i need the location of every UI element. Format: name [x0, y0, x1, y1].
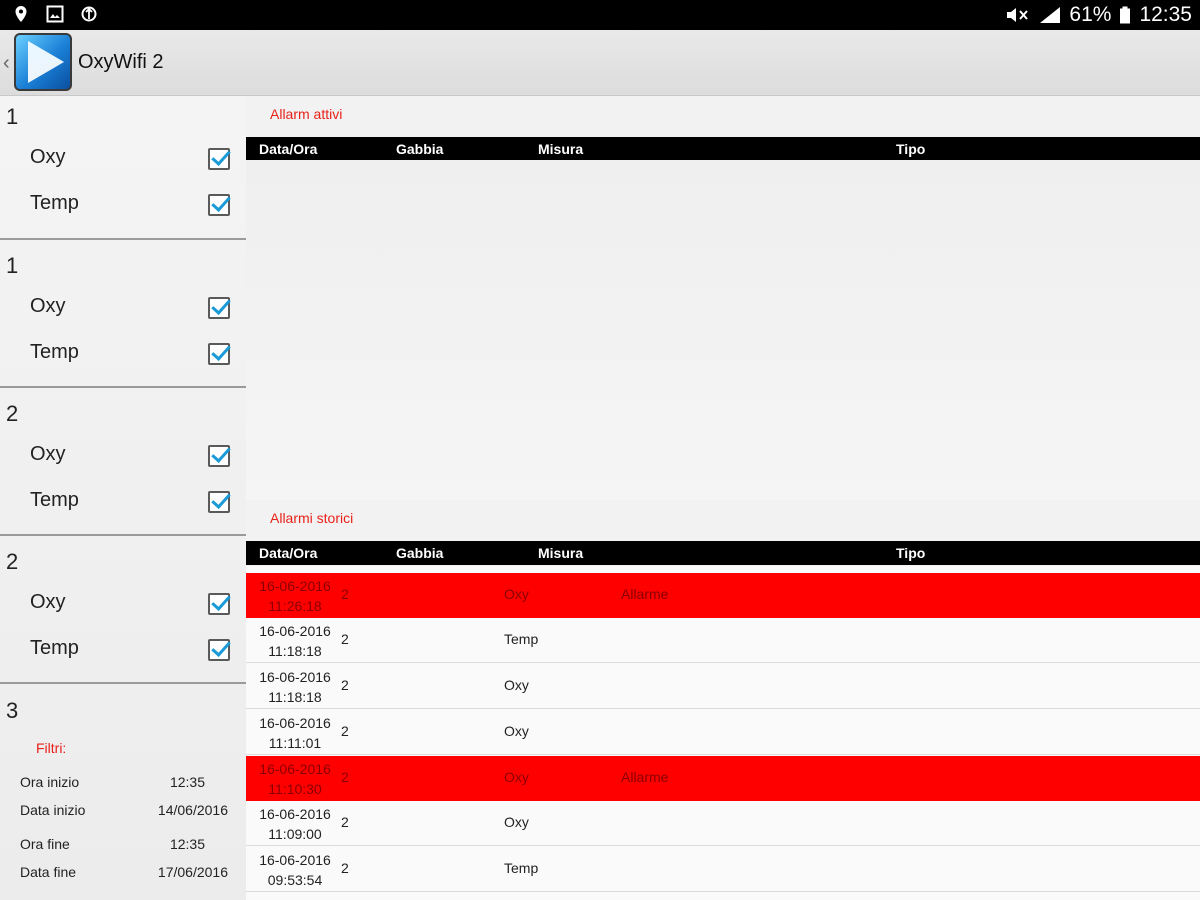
row-misura: Temp: [504, 860, 539, 876]
sensor-label-oxy: Oxy: [30, 295, 66, 317]
status-bar: 61% 12:35: [0, 0, 1200, 30]
action-bar: ‹ OxyWifi 2: [0, 30, 1200, 96]
temp-checkbox[interactable]: [208, 343, 230, 365]
row-misura: Oxy: [504, 677, 529, 693]
oxy-checkbox[interactable]: [208, 297, 230, 319]
active-alarms-header: Data/Ora Gabbia Misura Tipo: [246, 137, 1200, 161]
group-number: 3: [6, 698, 19, 723]
row-datetime: 16-06-2016 11:09:00: [259, 806, 331, 842]
history-alarms-header: Data/Ora Gabbia Misura Tipo: [246, 541, 1200, 565]
row-tipo: Allarme: [621, 586, 669, 602]
row-gabbia: 2: [341, 586, 349, 602]
battery-icon: [1120, 6, 1131, 24]
table-row[interactable]: 16-06-2016 11:09:00 2 Oxy: [246, 801, 1200, 846]
row-misura: Temp: [504, 631, 539, 647]
row-datetime: 16-06-2016 11:18:18: [259, 623, 331, 659]
oxy-checkbox[interactable]: [208, 593, 230, 615]
row-tipo: Allarme: [621, 769, 669, 785]
sensor-group: 1 Oxy Temp: [0, 240, 246, 388]
start-time-label: Ora inizio: [20, 774, 80, 790]
row-datetime: 16-06-2016 11:26:18: [259, 578, 331, 614]
row-gabbia: 2: [341, 723, 349, 739]
row-gabbia: 2: [341, 631, 349, 647]
row-misura: Oxy: [504, 769, 529, 785]
group-number: 2: [6, 549, 19, 574]
column-header-date[interactable]: Data/Ora: [259, 545, 317, 561]
end-date-label: Data fine: [20, 864, 77, 880]
row-gabbia: 2: [341, 677, 349, 693]
app-title: OxyWifi 2: [78, 51, 164, 73]
sensor-label-temp: Temp: [30, 489, 79, 511]
row-misura: Oxy: [504, 586, 529, 602]
table-row[interactable]: 16-06-2016 11:18:18 2 Temp: [246, 618, 1200, 663]
mute-icon: [1007, 8, 1029, 22]
row-datetime: 16-06-2016 09:53:54: [259, 852, 331, 888]
column-header-tipo[interactable]: Tipo: [896, 545, 925, 561]
row-datetime: 16-06-2016 11:18:18: [259, 669, 331, 705]
battery-percent: 61%: [1069, 3, 1112, 26]
sensor-label-temp: Temp: [30, 637, 79, 659]
row-gabbia: 2: [341, 814, 349, 830]
table-row[interactable]: 16-06-2016 11:18:18 2 Oxy: [246, 664, 1200, 709]
filters-title: Filtri:: [36, 740, 67, 756]
table-row[interactable]: 16-06-2016 11:11:01 2 Oxy: [246, 710, 1200, 755]
row-gabbia: 2: [341, 769, 349, 785]
row-datetime: 16-06-2016 11:11:01: [259, 715, 331, 751]
clock: 12:35: [1139, 3, 1192, 26]
column-header-gabbia[interactable]: Gabbia: [396, 141, 443, 157]
active-alarms-title: Allarm attivi: [270, 106, 343, 122]
sensor-group: 2 Oxy Temp: [0, 536, 246, 684]
signal-icon: [1040, 7, 1061, 23]
group-number: 1: [6, 104, 19, 129]
sensor-label-temp: Temp: [30, 192, 79, 214]
column-header-misura[interactable]: Misura: [538, 141, 583, 157]
history-alarms-list[interactable]: 16-06-2016 11:26:18 2 Oxy Allarme 16-06-2…: [246, 566, 1200, 900]
row-misura: Oxy: [504, 723, 529, 739]
start-date-label: Data inizio: [20, 802, 86, 818]
column-header-tipo[interactable]: Tipo: [896, 141, 925, 157]
sensor-group: 2 Oxy Temp: [0, 388, 246, 536]
oxy-checkbox[interactable]: [208, 445, 230, 467]
sensor-label-oxy: Oxy: [30, 146, 66, 168]
sensor-selection-panel: 1 Oxy Temp 1 Oxy Temp 2 Oxy Temp 2 Oxy T…: [0, 96, 246, 900]
start-time-value[interactable]: 12:35: [150, 774, 205, 790]
column-header-date[interactable]: Data/Ora: [259, 141, 317, 157]
active-alarms-list[interactable]: [246, 160, 1200, 500]
back-chevron-icon[interactable]: ‹: [3, 52, 10, 75]
history-alarms-title: Allarmi storici: [270, 510, 354, 526]
location-icon: [15, 6, 27, 22]
play-logo-icon[interactable]: [14, 33, 72, 91]
row-misura: Oxy: [504, 814, 529, 830]
temp-checkbox[interactable]: [208, 491, 230, 513]
sensor-label-oxy: Oxy: [30, 443, 66, 465]
row-datetime: 16-06-2016 11:10:30: [259, 761, 331, 797]
oxy-checkbox[interactable]: [208, 148, 230, 170]
image-icon: [46, 5, 64, 23]
row-gabbia: 2: [341, 860, 349, 876]
sensor-label-temp: Temp: [30, 341, 79, 363]
table-row[interactable]: 16-06-2016 11:26:18 2 Oxy Allarme: [246, 573, 1200, 618]
table-row[interactable]: 16-06-2016 11:10:30 2 Oxy Allarme: [246, 756, 1200, 801]
table-row[interactable]: 16-06-2016 09:53:54 2 Temp: [246, 847, 1200, 892]
sensor-group: 1 Oxy Temp: [0, 96, 246, 240]
end-time-label: Ora fine: [20, 836, 70, 852]
usb-icon: [81, 6, 97, 22]
sensor-label-oxy: Oxy: [30, 591, 66, 613]
group-number: 2: [6, 401, 19, 426]
column-header-misura[interactable]: Misura: [538, 545, 583, 561]
column-header-gabbia[interactable]: Gabbia: [396, 545, 443, 561]
temp-checkbox[interactable]: [208, 639, 230, 661]
group-number: 1: [6, 253, 19, 278]
end-date-value[interactable]: 17/06/2016: [130, 864, 228, 880]
temp-checkbox[interactable]: [208, 194, 230, 216]
end-time-value[interactable]: 12:35: [150, 836, 205, 852]
start-date-value[interactable]: 14/06/2016: [130, 802, 228, 818]
